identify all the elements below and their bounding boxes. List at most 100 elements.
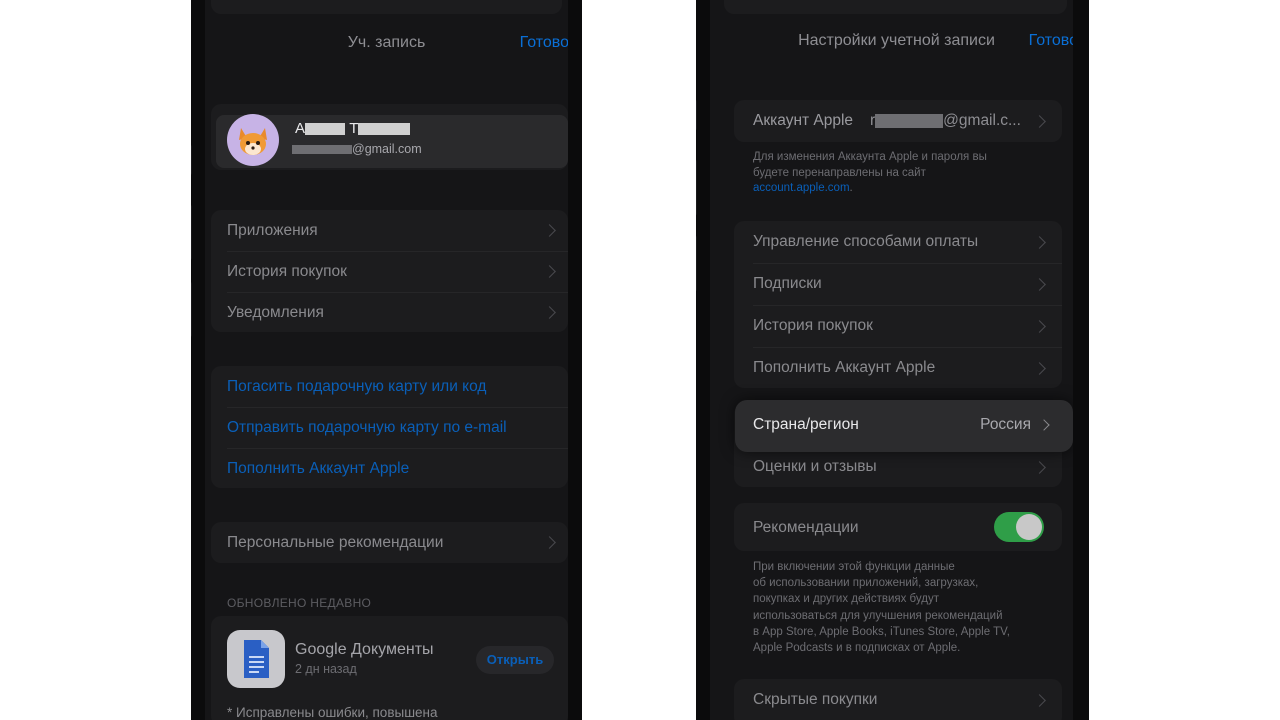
chevron-right-icon	[543, 536, 556, 549]
redaction	[875, 113, 944, 128]
account-redirect-note: Для изменения Аккаунта Apple и пароля вы…	[753, 150, 1053, 197]
account-menu-group: Приложения История покупок Уведомления	[211, 210, 568, 332]
side-button	[191, 282, 192, 337]
menu-item-label: Персональные рекомендации	[227, 533, 444, 551]
redaction	[305, 123, 346, 136]
app-update-date: 2 дн назад	[295, 662, 357, 676]
avatar	[227, 114, 279, 166]
side-button	[696, 160, 697, 215]
apple-account-group: Аккаунт Apple r @gmail.c...	[734, 100, 1062, 142]
note-line: Apple Podcasts и в подписках от Apple.	[753, 642, 961, 655]
note-line: об использовании приложений, загрузках,	[753, 577, 979, 590]
profile-name-first: А	[295, 120, 306, 137]
menu-item-label: История покупок	[227, 262, 347, 280]
sheet-grabber-area	[211, 0, 562, 14]
chevron-right-icon	[1033, 277, 1046, 291]
menu-item-label: Приложения	[227, 221, 318, 239]
menu-item-country-region[interactable]: Страна/регион Россия	[735, 400, 1073, 452]
add-funds-link[interactable]: Пополнить Аккаунт Apple	[211, 448, 568, 488]
menu-item-label: Оценки и отзывы	[753, 458, 877, 475]
menu-item-apps[interactable]: Приложения	[211, 210, 568, 251]
menu-item-add-funds[interactable]: Пополнить Аккаунт Apple	[734, 347, 1062, 388]
account-apple-link[interactable]: account.apple.com	[753, 182, 850, 194]
menu-item-notifications[interactable]: Уведомления	[211, 292, 568, 332]
chevron-right-icon	[1033, 361, 1046, 375]
sheet-grabber-area	[724, 0, 1067, 14]
chevron-right-icon	[543, 306, 556, 319]
apple-account-label: Аккаунт Apple	[753, 112, 854, 129]
link-label: Пополнить Аккаунт Apple	[227, 459, 410, 477]
country-region-label: Страна/регион	[753, 416, 859, 433]
side-button	[696, 236, 697, 291]
menu-item-payment-methods[interactable]: Управление способами оплаты	[734, 221, 1062, 263]
menu-item-purchase-history[interactable]: История покупок	[211, 251, 568, 292]
note-line: использоваться для улучшения рекомендаци…	[753, 609, 1003, 622]
profile-name-last: Т	[349, 120, 359, 137]
page-title: Настройки учетной записи	[798, 32, 995, 49]
right-phone: Настройки учетной записи Готово Аккаунт …	[696, 0, 1089, 720]
payment-group: Управление способами оплаты Подписки Ист…	[734, 221, 1062, 388]
side-button	[191, 145, 192, 175]
email-suffix: @gmail.com	[352, 142, 422, 156]
side-button	[191, 205, 192, 260]
link-label: Погасить подарочную карту или код	[227, 377, 487, 395]
app-name: Google Документы	[295, 641, 434, 658]
redeem-gift-card-link[interactable]: Погасить подарочную карту или код	[211, 366, 568, 407]
menu-item-hidden-purchases[interactable]: Скрытые покупки	[734, 679, 1062, 720]
chevron-right-icon	[543, 265, 556, 278]
hidden-purchases-group: Скрытые покупки	[734, 679, 1062, 720]
menu-item-label: Управление способами оплаты	[753, 233, 979, 250]
note-line: При включении этой функции данные	[753, 561, 955, 573]
note-line-end: .	[849, 182, 853, 194]
toggle-knob	[1016, 514, 1042, 540]
recommendations-toggle[interactable]	[994, 512, 1044, 542]
country-region-value: Россия	[980, 416, 1031, 433]
menu-item-label: Скрытые покупки	[753, 691, 878, 708]
menu-item-label: История покупок	[753, 317, 873, 334]
menu-item-ratings-reviews[interactable]: Оценки и отзывы	[734, 446, 1062, 487]
chevron-right-icon	[543, 224, 556, 237]
chevron-right-icon	[1033, 114, 1046, 128]
recommendations-note: При включении этой функции данные об исп…	[753, 559, 1063, 656]
chevron-right-icon	[1038, 419, 1050, 431]
profile-name: А Т	[295, 120, 411, 137]
right-screen: Настройки учетной записи Готово Аккаунт …	[710, 0, 1073, 720]
profile-email: @gmail.com	[292, 142, 422, 156]
page-title: Уч. запись	[347, 34, 426, 51]
apple-account-row[interactable]: Аккаунт Apple r @gmail.c...	[734, 100, 1062, 142]
note-line: будете перенаправлены на сайт	[753, 166, 926, 179]
chevron-right-icon	[1033, 235, 1046, 249]
fox-memoji-icon	[239, 128, 267, 155]
menu-item-label: Подписки	[753, 275, 822, 292]
left-screen: Уч. запись Готово А Т @gmail.com Приложе…	[205, 0, 568, 720]
link-label: Отправить подарочную карту по e-mail	[227, 418, 507, 436]
send-gift-card-link[interactable]: Отправить подарочную карту по e-mail	[211, 407, 568, 448]
recommendations-group: Рекомендации	[734, 503, 1062, 551]
gift-card-group: Погасить подарочную карту или код Отправ…	[211, 366, 568, 488]
chevron-right-icon	[1033, 693, 1046, 707]
personal-recs-group: Персональные рекомендации	[211, 522, 568, 563]
release-notes-text: * Исправлены ошибки, повышена	[227, 705, 438, 720]
apple-account-value: r @gmail.c...	[870, 112, 1021, 130]
note-line: в App Store, Apple Books, iTunes Store, …	[753, 625, 1010, 638]
open-app-button[interactable]: Открыть	[476, 646, 554, 674]
menu-item-subscriptions[interactable]: Подписки	[734, 263, 1062, 305]
side-button	[696, 100, 697, 130]
chevron-right-icon	[1033, 460, 1046, 474]
chevron-right-icon	[1033, 319, 1046, 333]
recently-updated-header: ОБНОВЛЕНО НЕДАВНО	[227, 596, 372, 610]
done-button[interactable]: Готово	[1029, 32, 1073, 50]
google-docs-icon	[227, 630, 285, 688]
left-phone: Уч. запись Готово А Т @gmail.com Приложе…	[191, 0, 582, 720]
menu-item-purchase-history[interactable]: История покупок	[734, 305, 1062, 347]
note-line: Для изменения Аккаунта Apple и пароля вы	[753, 151, 987, 163]
note-line: покупках и других действиях будут	[753, 593, 939, 606]
recent-app-card: Google Документы 2 дн назад Открыть * Ис…	[211, 616, 568, 720]
menu-item-personal-recommendations[interactable]: Персональные рекомендации	[211, 522, 568, 563]
redaction	[292, 145, 352, 155]
done-button[interactable]: Готово	[520, 34, 568, 52]
account-value-suffix: @gmail.c...	[943, 112, 1021, 129]
menu-item-label: Уведомления	[227, 303, 324, 321]
profile-card[interactable]: А Т @gmail.com	[211, 104, 568, 170]
menu-item-label: Пополнить Аккаунт Apple	[753, 359, 936, 376]
